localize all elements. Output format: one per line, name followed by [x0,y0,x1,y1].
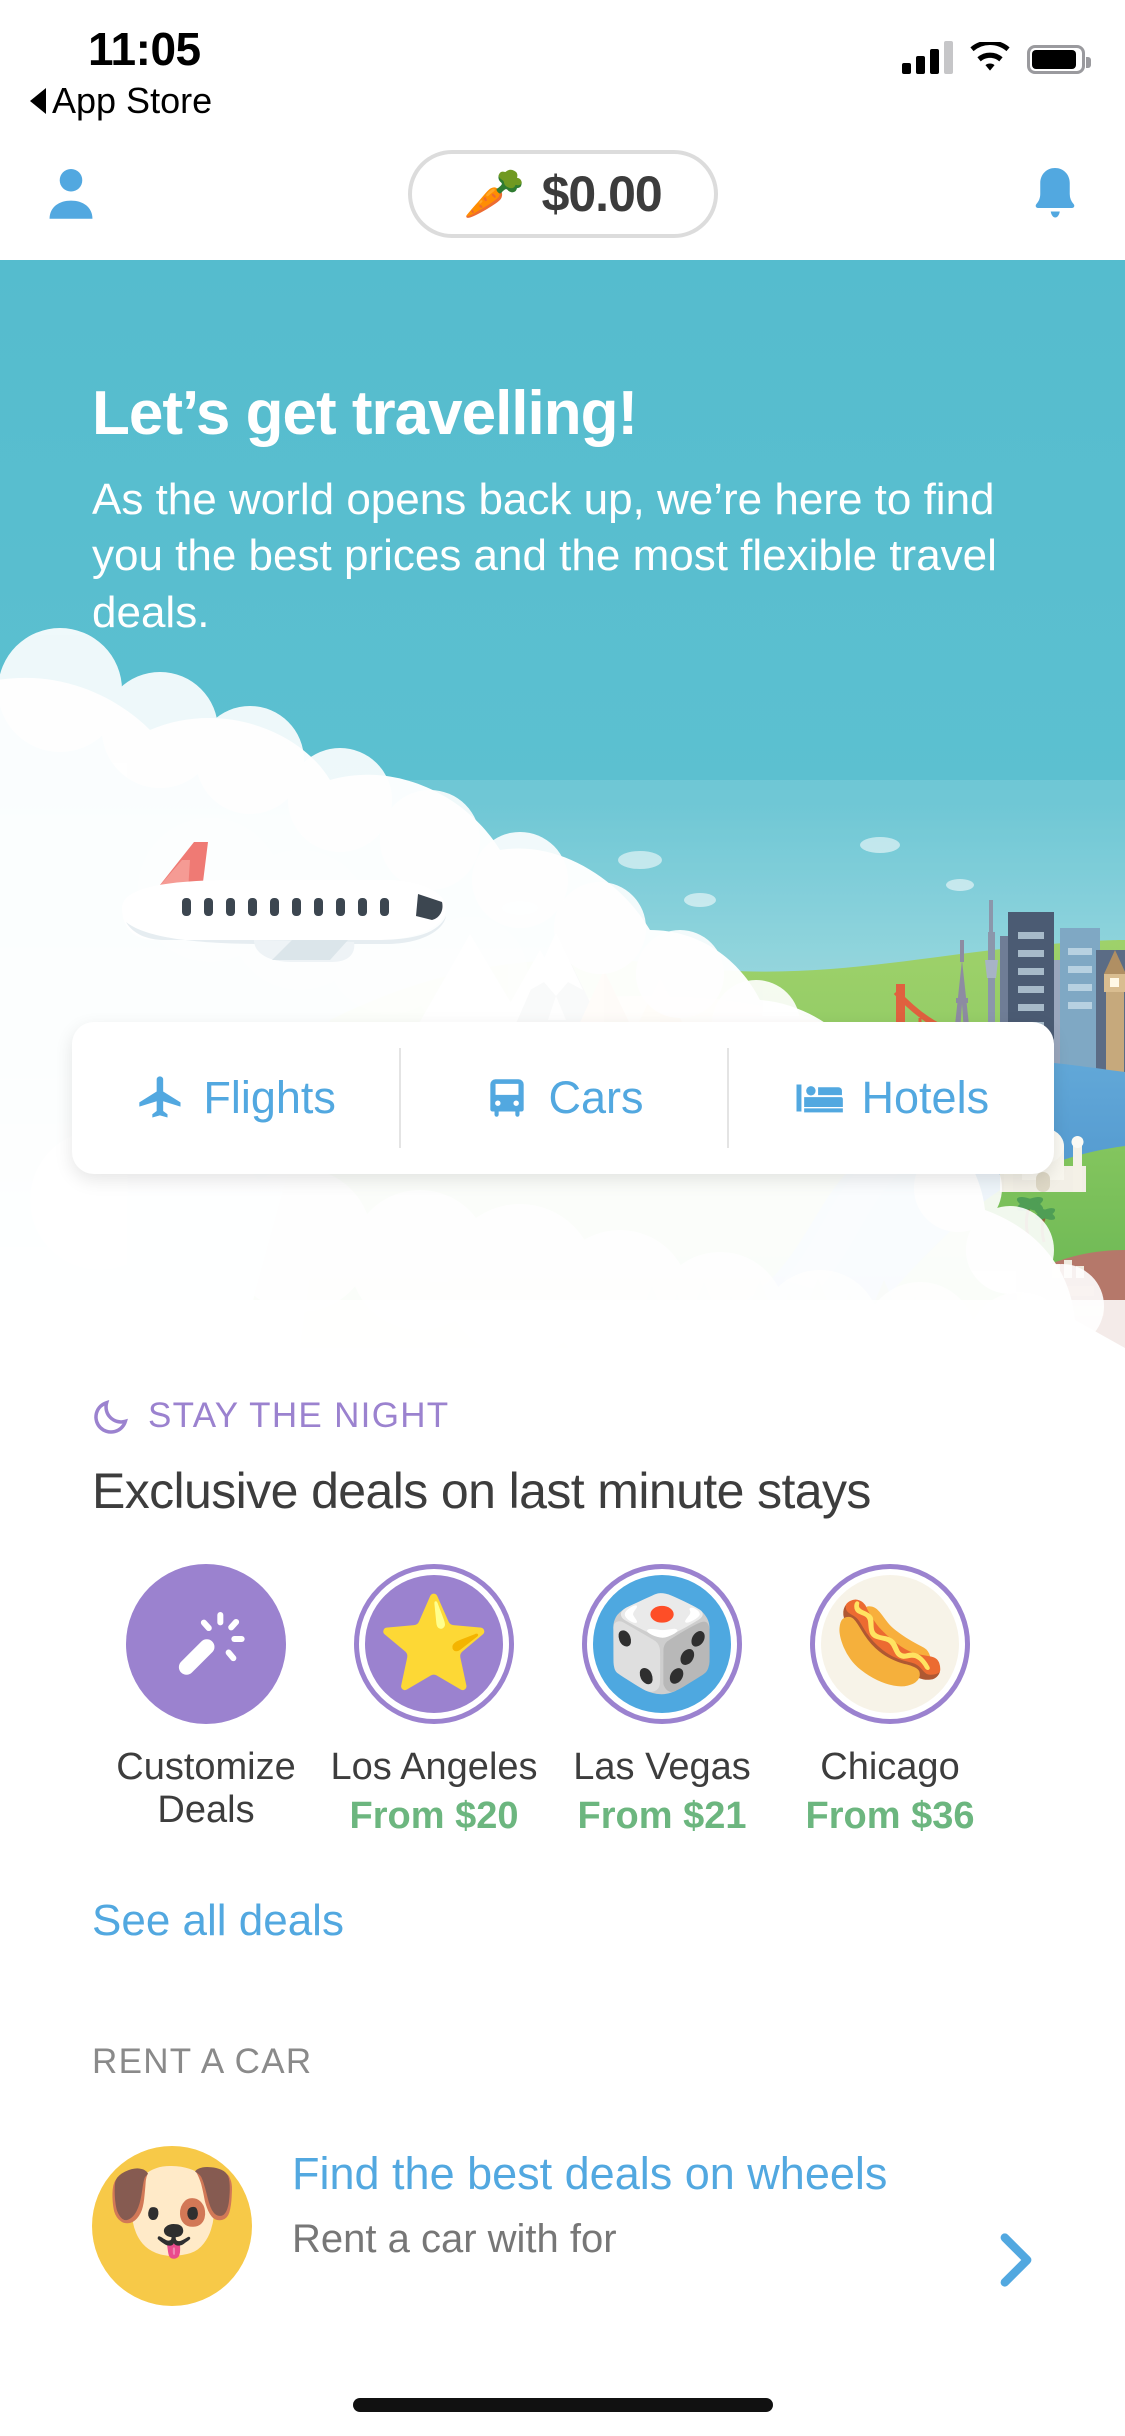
search-tabs-card: Flights Cars Hotels [72,1022,1054,1174]
home-indicator [352,2398,773,2412]
see-all-deals-link[interactable]: See all deals [92,1896,1033,1946]
status-time: 11:05 [88,23,201,75]
deal-label-chicago: Chicago [820,1746,960,1788]
dog-emoji-glyph: 🐶 [103,2149,241,2273]
rent-a-car-subtitle: Rent a car with for [292,2216,617,2261]
rent-a-car-card[interactable]: 🐶 Find the best deals on wheels Rent a c… [92,2146,1033,2307]
person-icon[interactable] [38,160,104,228]
deal-card-las-vegas[interactable]: 🎲 Las Vegas From $21 [548,1564,776,1838]
hero-subtitle: As the world opens back up, we’re here t… [92,475,997,637]
balance-amount: $0.00 [541,166,663,222]
car-icon [490,1079,525,1117]
deal-card-los-angeles[interactable]: ⭐ Los Angeles From $20 [320,1564,548,1838]
carrot-balance-pill[interactable]: 🥕 $0.00 [407,150,718,238]
app-header: 🥕 $0.00 [0,132,1125,260]
status-bar: 11:05 App Store [0,0,1125,132]
stay-the-night-section: STAY THE NIGHT Exclusive deals on last m… [0,1396,1125,2307]
back-to-app-store[interactable]: App Store [30,80,212,122]
deal-icon-chicago: 🌭 [810,1564,970,1724]
star-emoji-icon: ⭐ [376,1593,492,1695]
chevron-right-icon[interactable] [999,2232,1033,2288]
back-label: App Store [52,80,213,121]
carrot-emoji-icon: 🥕 [463,166,526,222]
hero-title: Let’s get travelling! [92,379,638,448]
deal-card-customize[interactable]: Customize Deals [92,1564,320,1838]
deal-label-las-vegas: Las Vegas [573,1746,751,1788]
rent-a-car-kicker: RENT A CAR [92,2042,313,2082]
battery-icon [1027,45,1091,74]
deal-icon-las-vegas: 🎲 [582,1564,742,1724]
moon-icon [94,1400,128,1434]
deal-price-las-vegas: From $21 [577,1795,747,1838]
deal-icon-los-angeles: ⭐ [354,1564,514,1724]
deal-card-chicago[interactable]: 🌭 Chicago From $36 [776,1564,1004,1838]
dog-emoji-icon: 🐶 [92,2146,252,2307]
tab-flights[interactable]: Flights [72,1022,399,1174]
tab-hotels[interactable]: Hotels [726,1022,1054,1174]
hero-banner: Let’s get travelling! As the world opens… [0,260,1125,1348]
tab-hotels-label: Hotels [861,1072,990,1123]
deal-label-customize: Customize Deals [116,1746,296,1832]
airplane-icon [139,1076,181,1118]
bell-icon[interactable] [1025,160,1085,230]
cellular-signal-icon [902,40,953,74]
rent-a-car-title: Find the best deals on wheels [292,2148,888,2200]
deals-row: Customize Deals ⭐ Los Angeles From $20 🎲… [92,1564,1033,1838]
stay-eyebrow: STAY THE NIGHT [92,1396,1033,1436]
deal-label-los-angeles: Los Angeles [330,1746,538,1788]
tab-cars[interactable]: Cars [399,1022,726,1174]
deal-price-los-angeles: From $20 [349,1795,519,1838]
stay-eyebrow-label: STAY THE NIGHT [148,1396,450,1435]
app-screen: 11:05 App Store 🥕 $0.00 Let’s get travel… [0,0,1125,2436]
status-indicators [902,40,1091,74]
wifi-icon [970,42,1010,71]
deal-price-chicago: From $36 [805,1795,975,1838]
back-arrow-icon [30,88,46,114]
dice-emoji-icon: 🎲 [604,1593,720,1695]
bed-icon [796,1084,843,1113]
stay-section-title: Exclusive deals on last minute stays [92,1463,871,1519]
tab-flights-label: Flights [203,1072,336,1123]
hotdog-emoji-icon: 🌭 [832,1593,948,1695]
deal-icon-customize [126,1564,286,1724]
tab-cars-label: Cars [548,1072,644,1123]
rent-a-car-copy: Find the best deals on wheels Rent a car… [292,2146,939,2261]
magic-wand-icon [178,1612,245,1675]
